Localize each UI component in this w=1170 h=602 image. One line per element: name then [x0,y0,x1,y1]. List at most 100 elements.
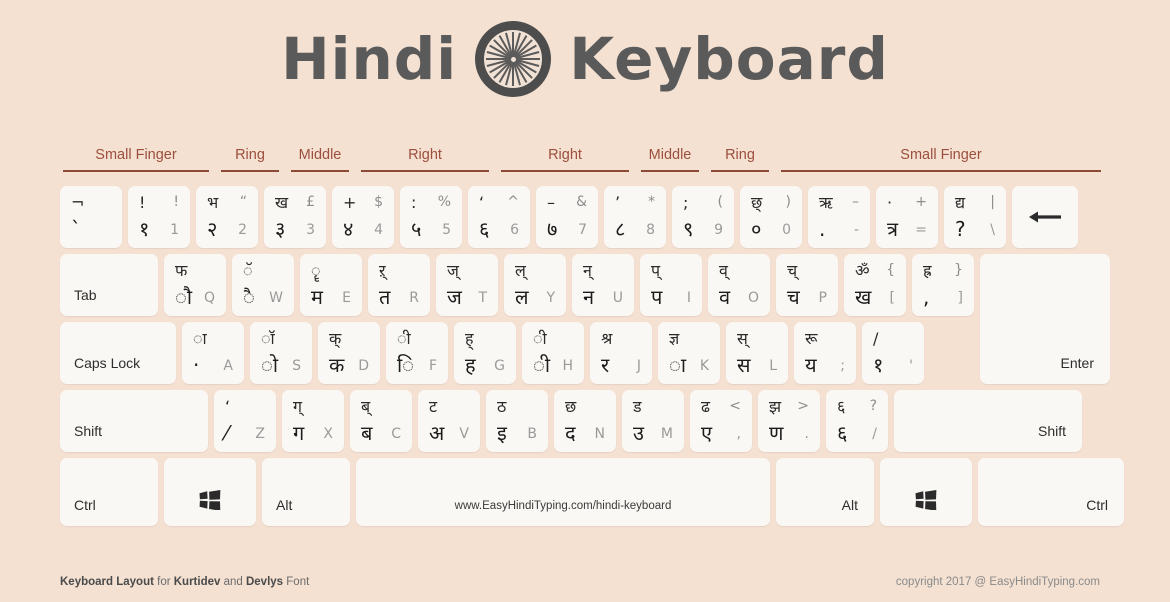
key-shift-right[interactable]: Shift [894,390,1082,452]
key-k[interactable]: ज्ञा K [658,322,720,384]
keyboard-row-shift: Shift ‘ ⁄ Z ग् ग X ब् ब C ट अ V ठ इ B छ द N ड उ M ढ < ए, झ > ण. ६? ६ /… [60,390,1110,452]
key-k-glyph-tl: ज्ञ [669,329,680,348]
key-7[interactable]: – & ७ 7 [536,186,598,248]
key-c-glyph-tl: ब् [361,397,371,416]
finger-guide-rule [781,169,1101,172]
key-9[interactable]: ; (९ 9 [672,186,734,248]
key-x[interactable]: ग् ग X [282,390,344,452]
finger-guide-segment: Ring [218,148,288,182]
key-w-glyph-tl: ॅ [243,261,253,280]
key-e-glyph-br: E [342,290,351,306]
finger-guide-segment: Small Finger [60,148,218,182]
key-backquote[interactable]: ¬ ` [60,186,122,248]
key-g[interactable]: ह् ह G [454,322,516,384]
key-bracketright[interactable]: ह्र},] [912,254,974,316]
key-x-glyph-tl: ग् [293,397,303,416]
key-minus[interactable]: ऋ –. - [808,186,870,248]
key-n[interactable]: छद N [554,390,616,452]
key-alt-right[interactable]: Alt [776,458,874,526]
key-tab-label: Tab [74,287,97,303]
key-shift-left[interactable]: Shift [60,390,208,452]
key-6[interactable]: ‘ ^ ६ 6 [468,186,530,248]
keyboard: ¬ `!! १ 1 भ “२ 2 ख £३ 3 + $४ 4:% ५ 5 ‘^ ६ 6– & ७ 7’ * ८ 8;(९ 9 छ्… [60,186,1124,532]
key-8-glyph-br: 8 [646,222,655,238]
key-w[interactable]: ॅै W [232,254,294,316]
key-2[interactable]: भ “ २ 2 [196,186,258,248]
key-enter[interactable]: Enter [980,254,1110,384]
key-win-left[interactable] [164,458,256,526]
key-a[interactable]: ा · A [182,322,244,384]
key-tab[interactable]: Tab [60,254,158,316]
key-enter-label: Enter [1060,355,1094,371]
key-f[interactable]: ीि F [386,322,448,384]
key-minus-glyph-br: - [853,222,859,238]
key-space[interactable]: www.EasyHindiTyping.com/hindi-keyboard [356,458,770,526]
key-j[interactable]: श्र र J [590,322,652,384]
key-2-glyph-br: 2 [238,222,247,238]
windows-logo-icon [915,490,937,510]
key-alt-left[interactable]: Alt [262,458,350,526]
key-bracketleft[interactable]: ॐ {ख [ [844,254,906,316]
key-u-glyph-br: U [612,290,623,306]
key-quote-glyph-tl: / [873,329,879,348]
key-shift-left-label: Shift [74,423,103,439]
key-e[interactable]: ॄ म E [300,254,362,316]
key-4[interactable]: + $४ 4 [332,186,394,248]
key-q[interactable]: फौ Q [164,254,226,316]
key-i[interactable]: प् प I [640,254,702,316]
key-h[interactable]: ीी H [522,322,584,384]
key-r[interactable]: ऱ् त R [368,254,430,316]
key-5-glyph-tl: : [411,193,417,212]
key-u[interactable]: न् न U [572,254,634,316]
key-2-glyph-tl: भ [207,193,219,212]
key-quote[interactable]: / १ ' [862,322,924,384]
key-1-glyph-bl: १ [139,217,150,241]
key-o[interactable]: व् व O [708,254,770,316]
key-equal-glyph-tl: · [887,193,893,212]
key-period[interactable]: झ > ण. [758,390,820,452]
key-ctrl-right[interactable]: Ctrl [978,458,1124,526]
key-c[interactable]: ब् ब C [350,390,412,452]
key-backspace[interactable] [1012,186,1078,248]
key-equal[interactable]: · + त्र = [876,186,938,248]
key-s[interactable]: ॉो S [250,322,312,384]
key-v-glyph-tl: ट [429,397,438,416]
key-d[interactable]: क् क D [318,322,380,384]
key-y-glyph-bl: ल [515,285,529,309]
key-semicolon[interactable]: रू य; [794,322,856,384]
key-win-right[interactable] [880,458,972,526]
key-m[interactable]: डउM [622,390,684,452]
key-1[interactable]: !! १ 1 [128,186,190,248]
key-i-glyph-tl: प् [651,261,661,280]
key-0[interactable]: छ्) ० 0 [740,186,802,248]
key-x-glyph-br: X [323,426,333,442]
key-period-glyph-tl: झ [769,397,782,416]
key-backslash[interactable]: द्य |? \ [944,186,1006,248]
key-capslock[interactable]: Caps Lock [60,322,176,384]
key-t[interactable]: ज् ज T [436,254,498,316]
key-ctrl-left[interactable]: Ctrl [60,458,158,526]
key-v[interactable]: टअV [418,390,480,452]
key-0-glyph-br: 0 [782,222,791,238]
key-8[interactable]: ’ * ८ 8 [604,186,666,248]
key-5[interactable]: :% ५ 5 [400,186,462,248]
key-slash[interactable]: ६? ६ / [826,390,888,452]
key-p[interactable]: च् च P [776,254,838,316]
key-y[interactable]: ल् ल Y [504,254,566,316]
key-l[interactable]: स् स L [726,322,788,384]
key-z[interactable]: ‘ ⁄ Z [214,390,276,452]
page-title-left: Hindi [281,25,458,93]
key-p-glyph-br: P [818,290,827,306]
key-semicolon-glyph-tl: रू [805,329,818,348]
key-2-glyph-tr: “ [239,194,247,210]
key-f-glyph-bl: ि [397,353,415,377]
key-3[interactable]: ख £३ 3 [264,186,326,248]
key-comma[interactable]: ढ < ए, [690,390,752,452]
finger-guide-label: Middle [298,147,342,163]
key-4-glyph-tr: $ [374,194,383,210]
key-i-glyph-bl: प [651,285,663,309]
key-b[interactable]: ठइ B [486,390,548,452]
key-o-glyph-br: O [747,290,759,306]
key-semicolon-glyph-bl: य [805,353,817,377]
key-period-glyph-tr: > [797,398,809,414]
